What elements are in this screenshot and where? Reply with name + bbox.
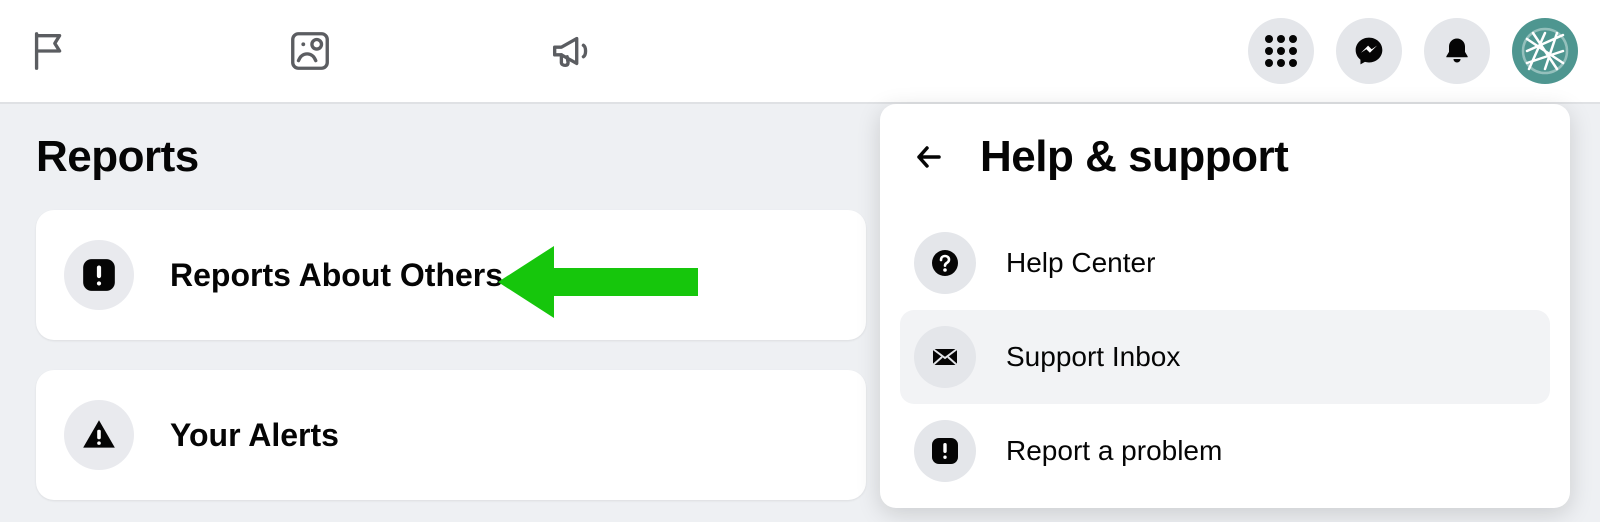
menu-label: Report a problem [1006, 435, 1222, 467]
card-label: Reports About Others [170, 257, 503, 294]
popover-header: Help & support [900, 132, 1550, 182]
back-button[interactable] [908, 135, 952, 179]
popover-title: Help & support [980, 132, 1288, 182]
insights-icon[interactable] [280, 21, 340, 81]
megaphone-icon[interactable] [540, 21, 600, 81]
bell-icon [1441, 35, 1473, 67]
menu-item-help-center[interactable]: Help Center [900, 216, 1550, 310]
menu-item-support-inbox[interactable]: Support Inbox [900, 310, 1550, 404]
your-alerts-card[interactable]: Your Alerts [36, 370, 866, 500]
grid-icon [1265, 35, 1297, 67]
menu-label: Help Center [1006, 247, 1155, 279]
profile-avatar[interactable] [1512, 18, 1578, 84]
help-support-popover: Help & support Help Center Support Inbox… [880, 104, 1570, 508]
messenger-icon [1353, 35, 1385, 67]
warning-triangle-icon [64, 400, 134, 470]
notifications-button[interactable] [1424, 18, 1490, 84]
menu-item-report-problem[interactable]: Report a problem [900, 404, 1550, 498]
arrow-left-icon [913, 140, 947, 174]
top-navbar-left [0, 21, 600, 81]
alert-square-icon [64, 240, 134, 310]
flag-icon[interactable] [20, 21, 80, 81]
menu-grid-button[interactable] [1248, 18, 1314, 84]
card-label: Your Alerts [170, 417, 339, 454]
top-navbar-right [1248, 18, 1600, 84]
avatar-icon [1519, 25, 1571, 77]
messenger-button[interactable] [1336, 18, 1402, 84]
alert-square-icon [914, 420, 976, 482]
reports-about-others-card[interactable]: Reports About Others [36, 210, 866, 340]
help-circle-icon [914, 232, 976, 294]
inbox-icon [914, 326, 976, 388]
menu-label: Support Inbox [1006, 341, 1180, 373]
top-navbar [0, 0, 1600, 104]
